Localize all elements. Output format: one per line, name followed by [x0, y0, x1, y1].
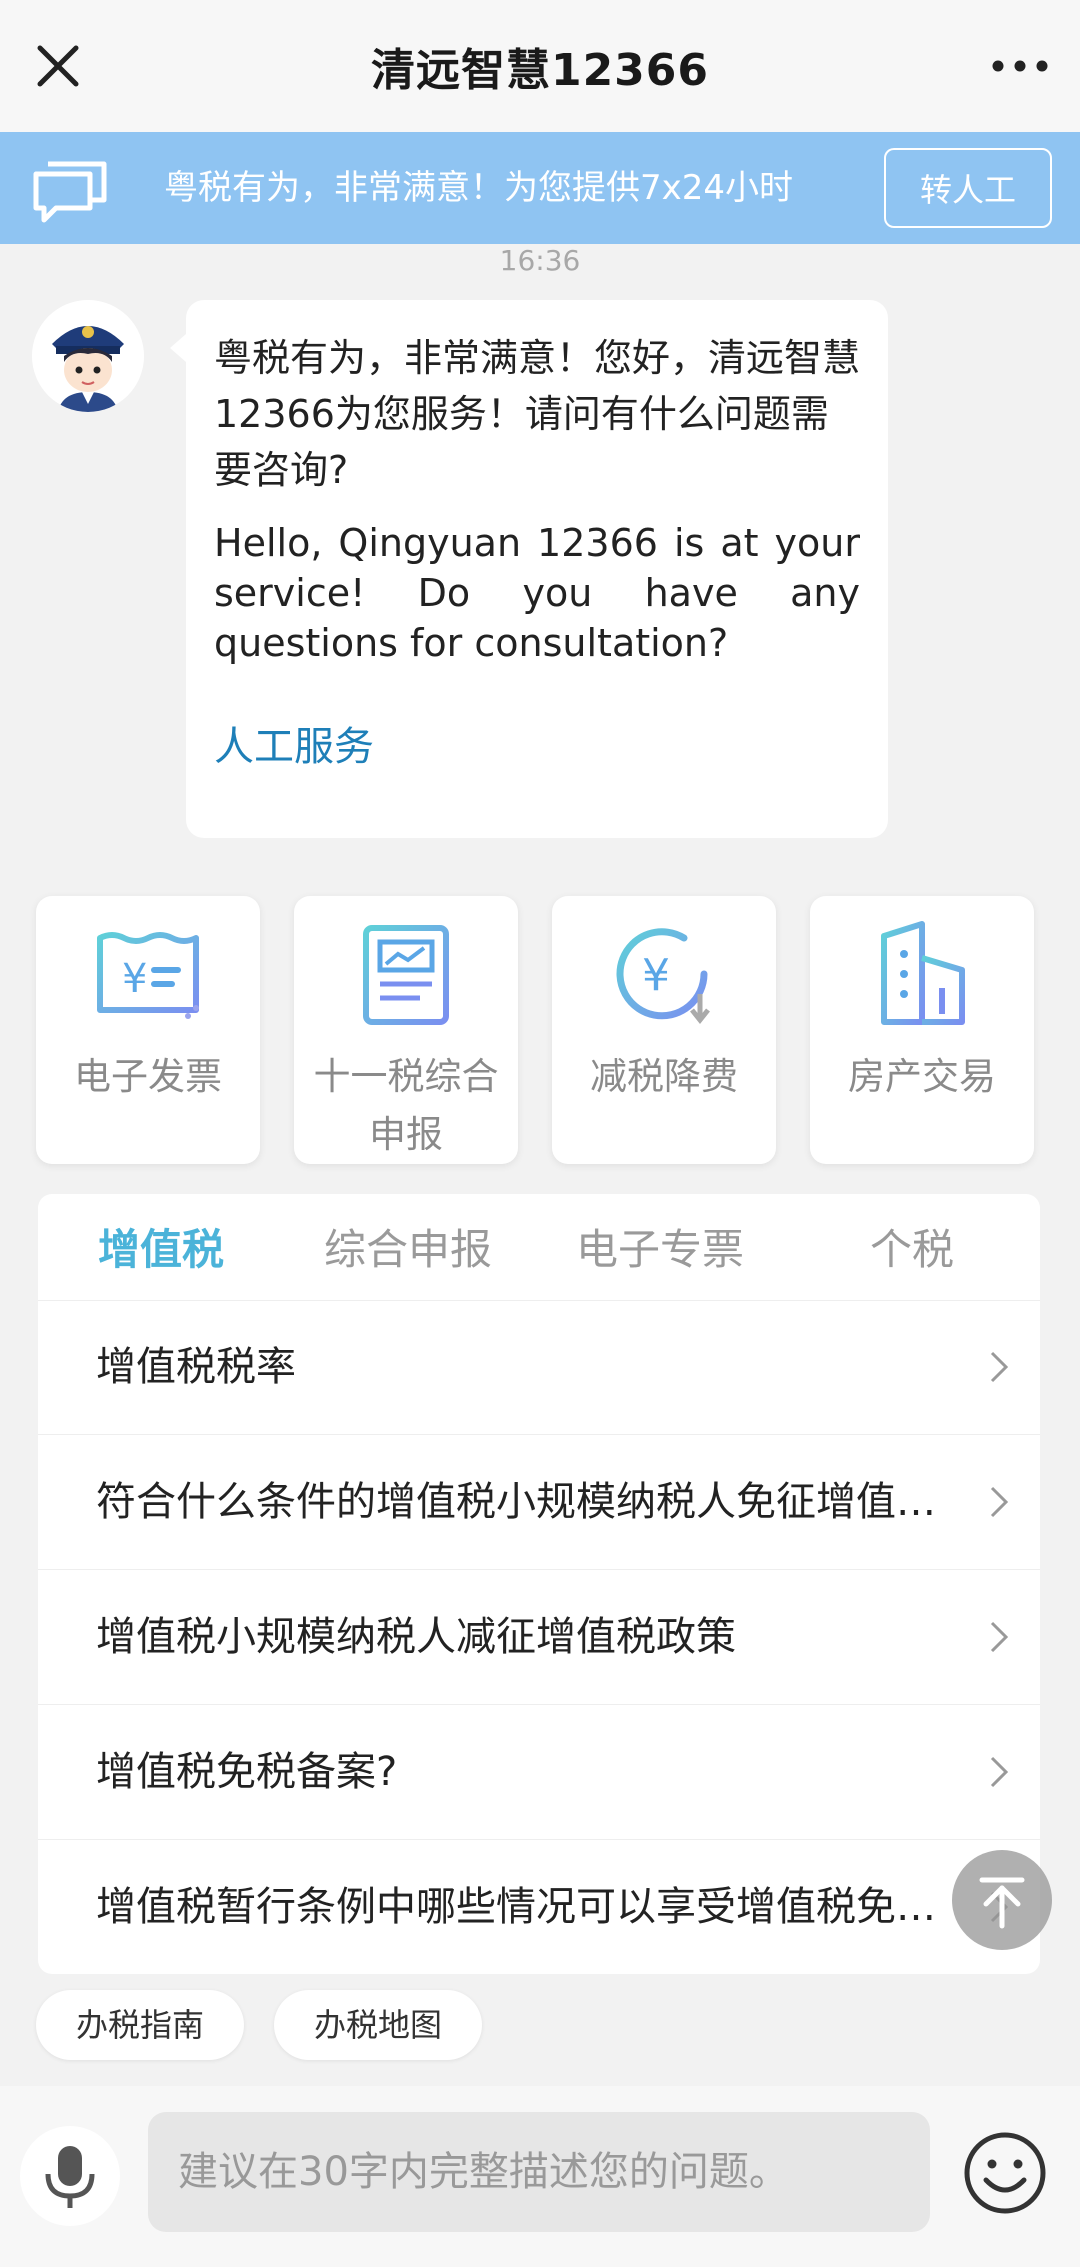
- invoice-icon: ¥: [97, 932, 199, 1019]
- service-label: 减税降费: [590, 1055, 738, 1098]
- faq-item-text: 增值税免税备案?: [96, 1749, 398, 1795]
- faq-item[interactable]: 增值税暂行条例中哪些情况可以享受增值税免税?: [38, 1840, 1040, 1974]
- chevron-right-icon: [990, 1351, 1009, 1383]
- input-bar: [0, 2086, 1080, 2267]
- chip-tax-map[interactable]: 办税地图: [274, 1990, 482, 2060]
- chat-bubbles-icon: [33, 161, 107, 223]
- human-service-link[interactable]: 人工服务: [214, 714, 860, 772]
- tab-personal-tax[interactable]: 个税: [870, 1216, 954, 1277]
- emoji-icon[interactable]: [962, 2130, 1048, 2216]
- faq-item-text: 增值税税率: [96, 1344, 296, 1390]
- message-timestamp: 16:36: [499, 244, 581, 277]
- faq-item[interactable]: 增值税免税备案?: [38, 1705, 1040, 1840]
- transfer-to-agent-button[interactable]: 转人工: [884, 148, 1052, 228]
- tax-report-icon: [363, 925, 449, 1025]
- faq-item-text: 增值税小规模纳税人减征增值税政策: [96, 1614, 736, 1660]
- faq-item[interactable]: 符合什么条件的增值税小规模纳税人免征增值税?: [38, 1435, 1040, 1570]
- faq-panel: 增值税 综合申报 电子专票 个税 增值税税率 符合什么条件的增值税小规模纳税人免…: [38, 1194, 1040, 1974]
- notice-bar: 粤税有为，非常满意！为您提供7x24小时 转人工: [0, 132, 1080, 244]
- top-bar: 清远智慧12366: [0, 0, 1080, 132]
- microphone-icon: [45, 2146, 95, 2208]
- bot-avatar: [32, 300, 144, 412]
- service-label: 十一税综合申报: [313, 1055, 499, 1156]
- more-icon[interactable]: [986, 38, 1054, 94]
- tab-vat[interactable]: 增值税: [98, 1216, 224, 1277]
- scroll-to-top-button[interactable]: [952, 1850, 1052, 1950]
- bot-message-bubble: 粤税有为，非常满意！您好，清远智慧12366为您服务！请问有什么问题需要咨询? …: [170, 300, 888, 838]
- close-icon[interactable]: [30, 38, 86, 94]
- service-card-property[interactable]: 房产交易: [810, 896, 1034, 1164]
- chevron-right-icon: [990, 1756, 1009, 1788]
- voice-input-button[interactable]: [20, 2126, 120, 2226]
- notice-text: 粤税有为，非常满意！为您提供7x24小时: [164, 168, 794, 208]
- service-card-e-invoice[interactable]: ¥ 电子发票: [36, 896, 260, 1164]
- arrow-up-icon: [979, 1877, 1025, 1929]
- service-label: 房产交易: [848, 1055, 996, 1098]
- officer-avatar-icon: [32, 300, 144, 412]
- faq-item[interactable]: 增值税小规模纳税人减征增值税政策: [38, 1570, 1040, 1705]
- service-card-tax-reduction[interactable]: ¥ 减税降费: [552, 896, 776, 1164]
- building-icon: [881, 921, 965, 1025]
- faq-tabs: 增值税 综合申报 电子专票 个税: [38, 1194, 1040, 1301]
- svg-text:¥: ¥: [122, 956, 147, 1002]
- faq-item-text: 符合什么条件的增值税小规模纳税人免征增值税?: [96, 1479, 956, 1525]
- service-card-tax-report[interactable]: 十一税综合申报: [294, 896, 518, 1164]
- faq-item[interactable]: 增值税税率: [38, 1300, 1040, 1435]
- service-label: 电子发票: [74, 1055, 222, 1098]
- chevron-right-icon: [990, 1621, 1009, 1653]
- message-text-en: Hello, Qingyuan 12366 is at your service…: [214, 521, 860, 665]
- message-text-zh: 粤税有为，非常满意！您好，清远智慧12366为您服务！请问有什么问题需要咨询?: [214, 336, 861, 492]
- page-title: 清远智慧12366: [370, 45, 710, 96]
- faq-item-text: 增值税暂行条例中哪些情况可以享受增值税免税?: [96, 1884, 956, 1930]
- chip-tax-guide[interactable]: 办税指南: [36, 1990, 244, 2060]
- chevron-right-icon: [990, 1486, 1009, 1518]
- question-input[interactable]: [148, 2112, 930, 2232]
- svg-text:¥: ¥: [642, 950, 670, 1001]
- tab-e-special-invoice[interactable]: 电子专票: [576, 1216, 744, 1277]
- tax-reduction-icon: ¥: [616, 928, 710, 1025]
- tab-comprehensive-report[interactable]: 综合申报: [324, 1216, 492, 1277]
